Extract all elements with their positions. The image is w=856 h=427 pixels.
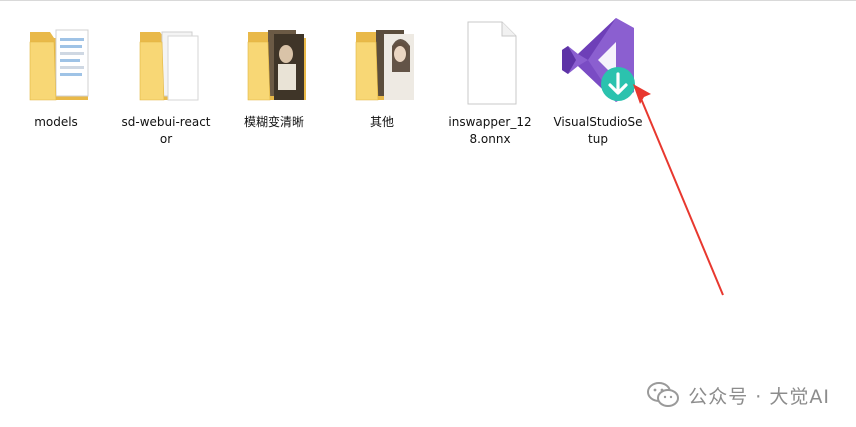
watermark-text: 公众号 · 大觉AI: [688, 385, 830, 408]
folder-with-white-pages-icon: [139, 31, 199, 101]
blank-file-icon: [467, 21, 517, 105]
watermark: 公众号 · 大觉AI: [646, 381, 830, 409]
file-item-inswapper[interactable]: inswapper_128.onnx: [442, 12, 538, 152]
wechat-icon: [647, 382, 680, 407]
file-item-other[interactable]: 其他: [334, 12, 430, 152]
file-item-sd-webui-reactor[interactable]: sd-webui-reactor: [118, 12, 214, 152]
file-item-blur-to-clear[interactable]: 模糊变清晰: [226, 12, 322, 152]
folder-with-documents-icon: [29, 29, 89, 101]
file-label: sd-webui-reactor: [121, 115, 211, 146]
visual-studio-installer-icon: [562, 18, 635, 102]
file-label: inswapper_128.onnx: [448, 115, 532, 146]
file-label: models: [34, 115, 78, 129]
file-label: VisualStudioSetup: [553, 115, 643, 146]
file-label: 其他: [369, 115, 394, 129]
file-item-visualstudiosetup[interactable]: VisualStudioSetup: [550, 12, 646, 152]
file-item-models[interactable]: models: [8, 12, 104, 152]
window-top-border: [0, 0, 856, 1]
folder-with-photos-icon: [247, 30, 306, 101]
file-label: 模糊变清晰: [243, 115, 304, 129]
folder-with-photos-icon: [355, 30, 414, 101]
